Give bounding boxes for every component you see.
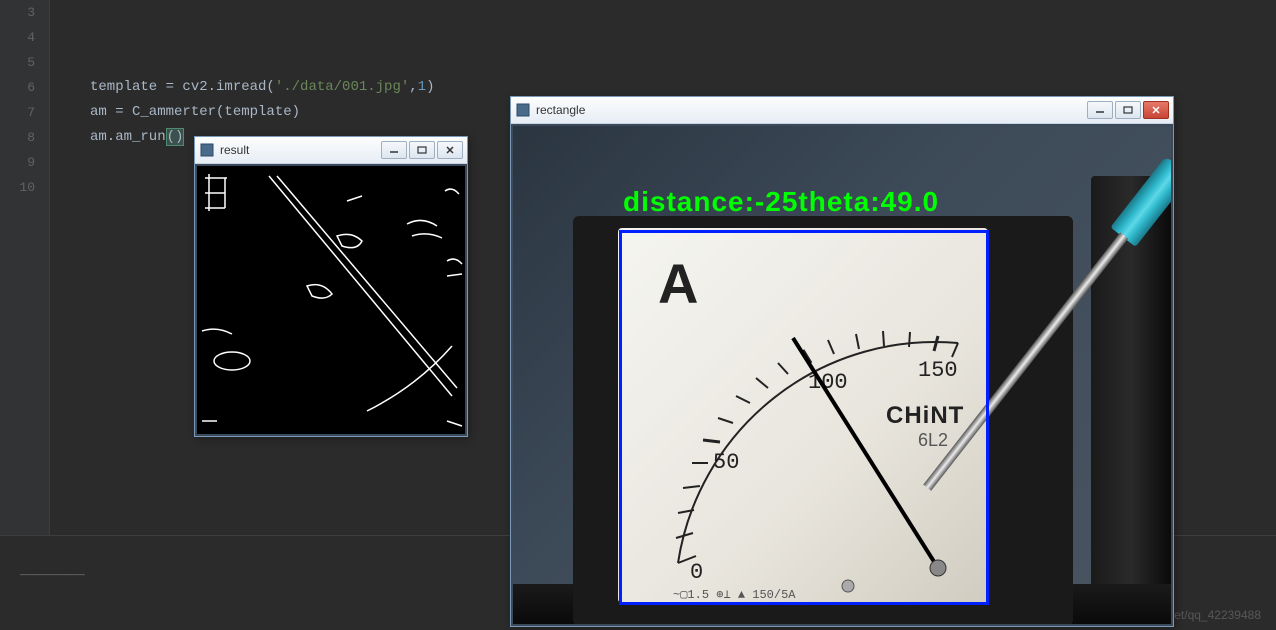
line-number: 5	[0, 50, 49, 75]
edge-detection-svg	[197, 166, 465, 434]
line-number: 3	[0, 0, 49, 25]
code-text: ,	[409, 79, 417, 95]
line-number: 7	[0, 100, 49, 125]
line-number: 10	[0, 175, 49, 200]
code-paren-highlight: ()	[166, 128, 185, 146]
close-button[interactable]	[1143, 101, 1169, 119]
window-titlebar[interactable]: result	[195, 137, 467, 164]
result-image	[197, 166, 465, 434]
code-text: )	[426, 79, 434, 95]
line-number: 8	[0, 125, 49, 150]
window-controls	[381, 141, 463, 159]
window-title: result	[220, 143, 381, 157]
result-window[interactable]: result	[194, 136, 468, 437]
code-string: './data/001.jpg'	[275, 79, 409, 95]
app-icon	[199, 142, 215, 158]
window-title: rectangle	[536, 103, 1087, 117]
code-line-4	[90, 25, 1276, 50]
line-number: 4	[0, 25, 49, 50]
window-controls	[1087, 101, 1169, 119]
code-number: 1	[418, 79, 426, 95]
code-text: template = cv2.imread(	[90, 79, 275, 95]
window-titlebar[interactable]: rectangle	[511, 97, 1173, 124]
code-line-3	[90, 0, 1276, 25]
camera-image: A 0 50 100 150 CHiNT 6L2 ~▢1.5 ⊕⊥ ▲ 150/…	[513, 126, 1171, 624]
code-text: am.am_run	[90, 129, 166, 145]
app-icon	[515, 102, 531, 118]
code-line-5	[90, 50, 1276, 75]
maximize-button[interactable]	[409, 141, 435, 159]
detection-rectangle	[619, 230, 989, 605]
maximize-button[interactable]	[1115, 101, 1141, 119]
overlay-readout: distance:-25theta:49.0	[623, 186, 939, 218]
minimize-button[interactable]	[381, 141, 407, 159]
line-gutter: 3 4 5 6 7 8 9 10	[0, 0, 50, 535]
code-text: am = C_ammerter(template)	[90, 104, 300, 120]
window-content	[195, 164, 467, 436]
line-number: 6	[0, 75, 49, 100]
minimize-button[interactable]	[1087, 101, 1113, 119]
line-number: 9	[0, 150, 49, 175]
rectangle-window[interactable]: rectangle	[510, 96, 1174, 627]
close-button[interactable]	[437, 141, 463, 159]
window-content: A 0 50 100 150 CHiNT 6L2 ~▢1.5 ⊕⊥ ▲ 150/…	[511, 124, 1173, 626]
